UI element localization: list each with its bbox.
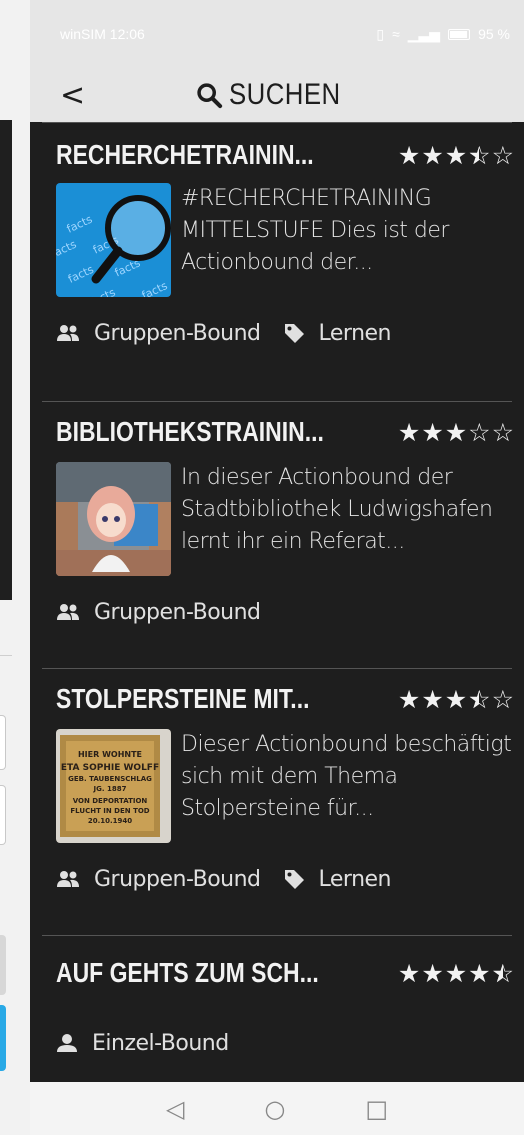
result-title: AUF GEHTS ZUM SCH... [56,957,319,988]
svg-text:ETA SOPHIE WOLFF: ETA SOPHIE WOLFF [61,763,159,773]
nav-home-button[interactable]: ○ [264,1095,285,1123]
star-half-icon: ☆★ [468,140,491,170]
result-title: BIBLIOTHEKSTRAININ... [56,416,324,447]
tag-group-bound: Gruppen-Bound [56,321,261,346]
system-nav-bar: ◁ ○ □ [30,1082,524,1135]
result-title: STOLPERSTEINE MIT... [56,683,310,714]
star-full-icon: ★ [444,684,468,714]
rating-stars: ★★★★☆★ [398,961,514,986]
result-tags: Gruppen-Bound Lernen [56,843,514,915]
tag-icon [284,324,304,343]
star-full-icon: ★ [421,958,444,988]
signal-icon: ▁▃▅ [407,25,441,42]
result-description: #RECHERCHETRAINING MITTELSTUFE Dies ist … [181,186,449,275]
result-card[interactable]: STOLPERSTEINE MIT... ★★★☆★☆ HIER WOHNTE … [30,669,524,935]
result-thumbnail: facts facts facts facts facts facts fact… [56,183,171,297]
star-half-icon: ☆★ [468,684,491,714]
back-button[interactable]: < [60,78,85,113]
tag-label: Gruppen-Bound [94,599,261,625]
result-card[interactable]: RECHERCHETRAININ... ★★★☆★☆ facts facts f… [30,123,524,401]
person-icon [57,1034,77,1052]
star-full-icon: ★ [397,684,421,714]
svg-text:20.10.1940: 20.10.1940 [88,817,132,825]
rating-stars: ★★★☆★☆ [398,143,514,168]
star-half-icon: ☆★ [491,958,514,988]
tag-label: Gruppen-Bound [94,320,261,346]
tag-label: Lernen [318,320,392,346]
status-time: winSIM 12:06 [60,26,145,42]
nav-back-button[interactable]: ◁ [166,1095,184,1123]
result-tags: Einzel-Bound [56,1010,514,1076]
app-header: < SUCHEN [30,68,524,122]
tag-lernen: Lernen [283,867,392,892]
star-full-icon: ★ [421,417,444,447]
star-empty-icon: ☆ [491,140,514,170]
star-full-icon: ★ [397,417,421,447]
star-full-icon: ★ [421,140,444,170]
star-empty-icon: ☆ [491,417,514,447]
battery-level: 95 % [478,26,510,42]
star-full-icon: ★ [397,958,421,988]
wifi-icon: ≈ [392,26,400,42]
battery-icon [448,28,471,40]
result-tags: Gruppen-Bound Lernen [56,297,514,369]
result-tags: Gruppen-Bound [56,576,514,648]
tag-group-bound: Gruppen-Bound [56,867,261,892]
results-list: RECHERCHETRAININ... ★★★☆★☆ facts facts f… [30,122,524,1086]
star-full-icon: ★ [468,958,491,988]
rating-stars: ★ ★ ★ ☆ ☆ [398,420,514,445]
tag-icon [284,870,304,889]
result-thumbnail [56,462,171,576]
star-full-icon: ★ [444,417,468,447]
result-thumbnail: HIER WOHNTE ETA SOPHIE WOLFF GEB. TAUBEN… [56,729,171,843]
svg-text:FLUCHT IN DEN TOD: FLUCHT IN DEN TOD [70,807,149,815]
phone-screen: winSIM 12:06 ▯ ≈ ▁▃▅ 95 % < SUCHEN RECHE… [30,0,524,1135]
vibrate-icon: ▯ [376,25,385,42]
status-icons: ▯ ≈ ▁▃▅ 95 % [376,26,510,43]
page-title-group: SUCHEN [195,78,359,112]
group-icon [57,325,79,341]
group-icon [57,871,79,887]
result-card[interactable]: AUF GEHTS ZUM SCH... ★★★★☆★ Einzel-Bound [30,936,524,1086]
tag-label: Einzel-Bound [92,1030,229,1056]
star-full-icon: ★ [444,958,468,988]
svg-text:VON DEPORTATION: VON DEPORTATION [73,797,148,805]
tag-single-bound: Einzel-Bound [56,1031,229,1056]
result-card[interactable]: BIBLIOTHEKSTRAININ... ★ ★ ★ ☆ ☆ In diese… [30,402,524,668]
group-icon [57,604,79,620]
stone-line: HIER WOHNTE [78,750,142,759]
svg-text:GEB. TAUBENSCHLAG: GEB. TAUBENSCHLAG [68,775,152,783]
star-full-icon: ★ [397,140,421,170]
tag-lernen: Lernen [283,321,392,346]
svg-text:JG. 1887: JG. 1887 [93,785,127,793]
background-app [0,0,30,1135]
tag-label: Gruppen-Bound [94,866,261,892]
star-empty-icon: ☆ [468,417,491,447]
star-full-icon: ★ [444,140,468,170]
tag-label: Lernen [318,866,392,892]
star-full-icon: ★ [421,684,444,714]
rating-stars: ★★★☆★☆ [398,687,514,712]
nav-recents-button[interactable]: □ [365,1095,388,1123]
page-title: SUCHEN [229,78,341,111]
result-description: Dieser Actionbound beschäftigt sich mit … [181,732,512,821]
tag-group-bound: Gruppen-Bound [56,600,261,625]
result-description: In dieser Actionbound der Stadtbibliothe… [181,465,493,554]
status-bar: winSIM 12:06 ▯ ≈ ▁▃▅ 95 % [30,0,524,68]
search-icon [197,83,223,109]
result-title: RECHERCHETRAININ... [56,139,314,170]
star-empty-icon: ☆ [491,684,514,714]
